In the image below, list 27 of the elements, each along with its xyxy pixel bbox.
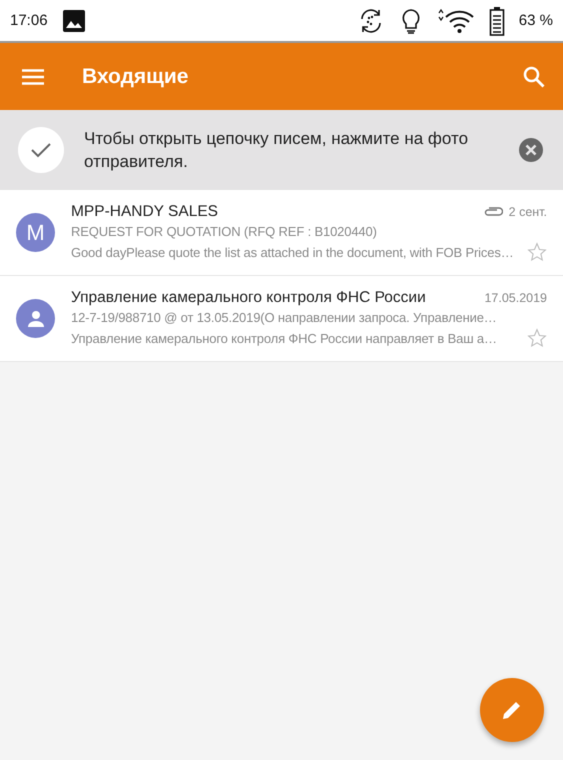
email-row[interactable]: Управление камерального контроля ФНС России 17.05.2019 12-7-19/988710 @ от 13.05.2019(О направлении запроса. Управление… Управление камерального контроля ФНС России направляет в Ваш а… bbox=[0, 276, 563, 362]
compose-button[interactable] bbox=[480, 678, 544, 742]
person-avatar-icon[interactable] bbox=[16, 299, 55, 338]
hint-text: Чтобы открыть цепочку писем, нажмите на фото отправителя. bbox=[84, 128, 470, 173]
close-icon[interactable] bbox=[519, 138, 543, 162]
status-time: 17:06 bbox=[10, 12, 48, 29]
email-preview: Управление камерального контроля ФНС России направляет в Ваш а… bbox=[71, 330, 498, 346]
email-date: 2 сент. bbox=[508, 205, 547, 219]
toolbar-title: Входящие bbox=[82, 64, 190, 88]
menu-icon[interactable] bbox=[22, 68, 44, 84]
image-icon bbox=[62, 8, 86, 32]
battery-icon bbox=[488, 6, 505, 36]
sender-name: Управление камерального контроля ФНС России bbox=[71, 289, 427, 307]
sender-avatar[interactable]: M bbox=[16, 213, 55, 252]
battery-percent: 63 % bbox=[518, 12, 553, 29]
email-date: 17.05.2019 bbox=[484, 291, 547, 305]
sender-name: MPP-HANDY SALES bbox=[71, 203, 220, 221]
star-icon[interactable] bbox=[527, 242, 547, 262]
pencil-icon bbox=[501, 699, 523, 721]
check-icon bbox=[18, 127, 64, 173]
wifi-icon bbox=[436, 8, 475, 34]
star-icon[interactable] bbox=[527, 328, 547, 348]
search-icon[interactable] bbox=[523, 66, 545, 88]
email-subject: 12-7-19/988710 @ от 13.05.2019(О направлении запроса. Управление… bbox=[71, 310, 498, 325]
email-preview: Good dayPlease quote the list as attached in the document, with FOB Prices… bbox=[71, 244, 515, 260]
email-subject: REQUEST FOR QUOTATION (RFQ REF : B1020440) bbox=[71, 224, 378, 239]
email-row[interactable]: M MPP-HANDY SALES 2 сент. REQUEST FOR QUOTATION (RFQ REF : B1020440) Good dayPlease quote the list as attached in the document, with FOB Prices… bbox=[0, 190, 563, 276]
